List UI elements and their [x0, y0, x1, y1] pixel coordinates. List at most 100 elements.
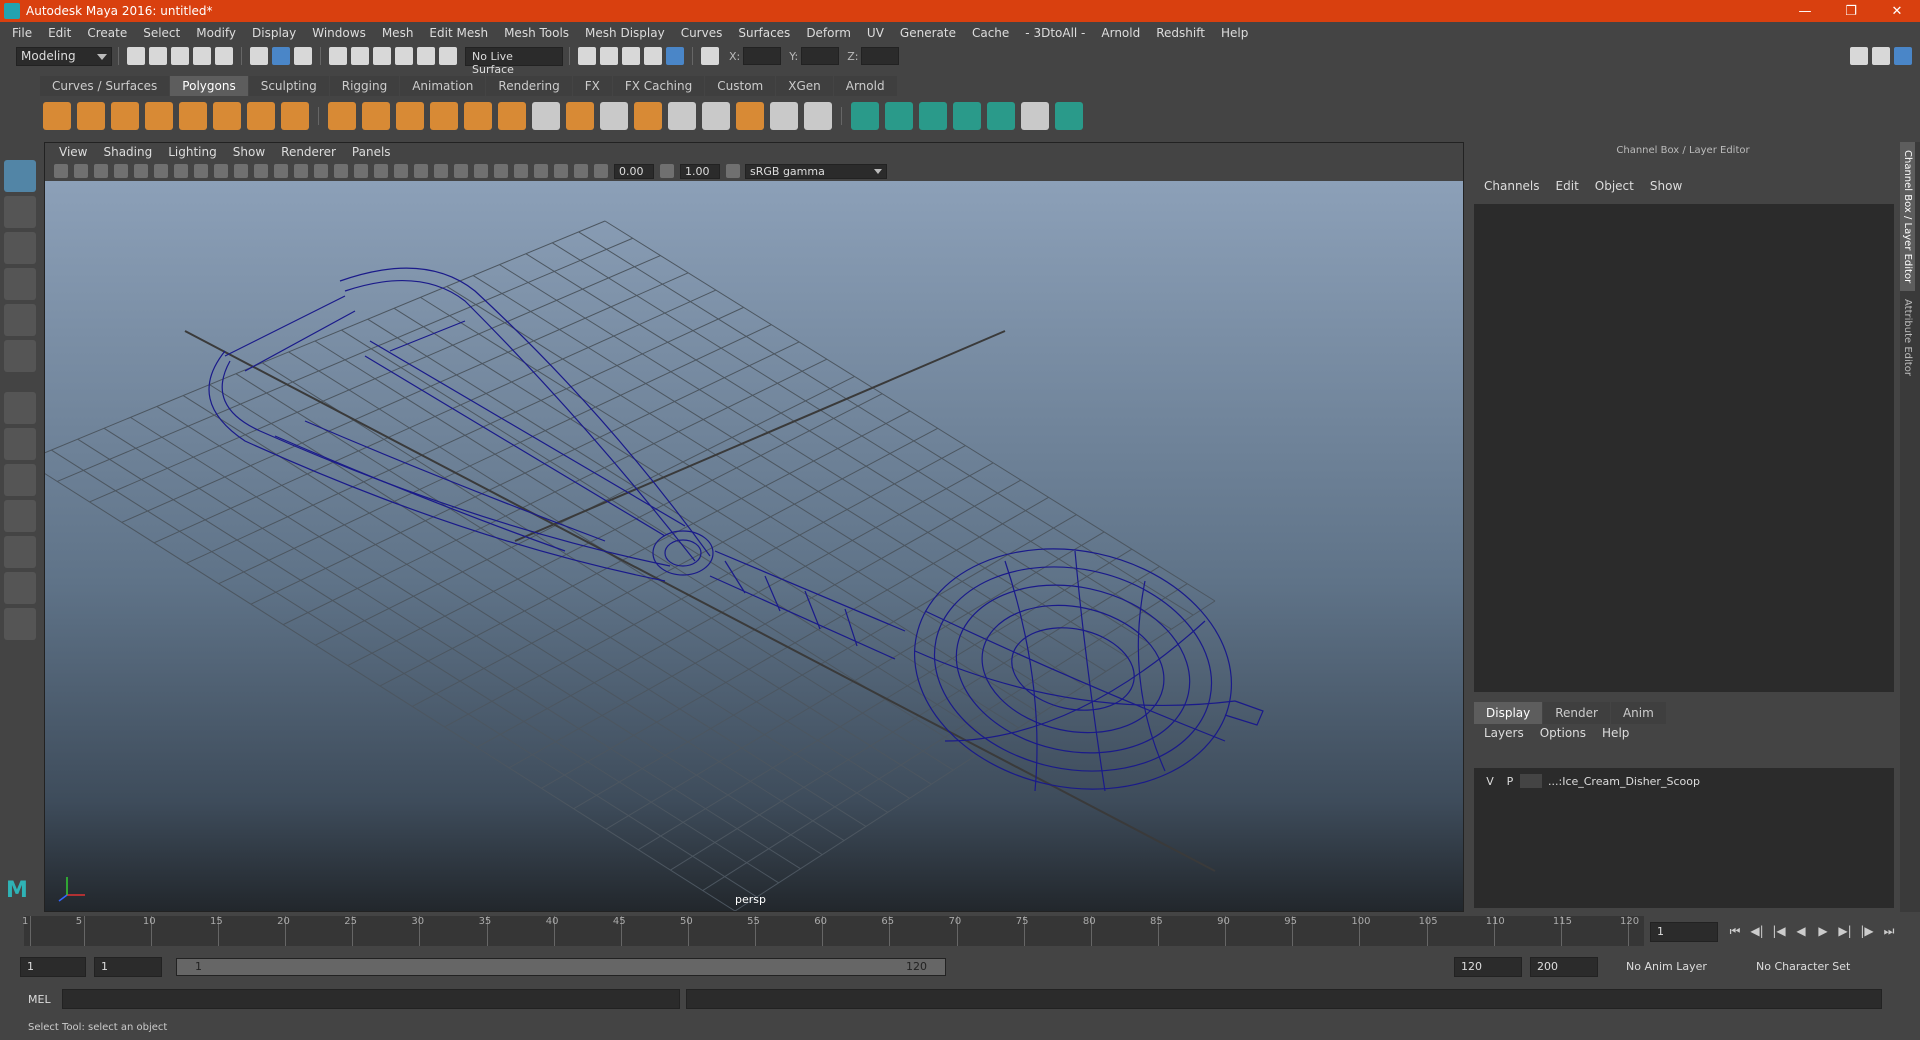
- go-to-start-icon[interactable]: ⏮: [1726, 922, 1744, 940]
- select-camera-icon[interactable]: [54, 164, 68, 178]
- toggle-attribute-editor-icon[interactable]: [1872, 47, 1890, 65]
- uv-editor-icon[interactable]: [987, 102, 1015, 130]
- rotate-tool-icon[interactable]: [4, 304, 36, 336]
- mirror-icon[interactable]: [532, 102, 560, 130]
- select-by-object-icon[interactable]: [272, 47, 290, 65]
- redo-icon[interactable]: [215, 47, 233, 65]
- layer-color-swatch[interactable]: [1520, 774, 1542, 788]
- ambient-occlusion-icon[interactable]: [434, 164, 448, 178]
- automatic-uv-icon[interactable]: [851, 102, 879, 130]
- multi-cut-icon[interactable]: [668, 102, 696, 130]
- snap-curve-icon[interactable]: [351, 47, 369, 65]
- exposure-icon[interactable]: [594, 164, 608, 178]
- layer-menu-layers[interactable]: Layers: [1476, 726, 1532, 740]
- shadows-icon[interactable]: [414, 164, 428, 178]
- film-gate-icon[interactable]: [194, 164, 208, 178]
- menu-arnold[interactable]: Arnold: [1093, 26, 1148, 40]
- playback-end-field[interactable]: 120: [1454, 957, 1522, 977]
- insert-edge-loop-icon[interactable]: [702, 102, 730, 130]
- menu-surfaces[interactable]: Surfaces: [730, 26, 798, 40]
- poly-cube-icon[interactable]: [77, 102, 105, 130]
- menu-redshift[interactable]: Redshift: [1148, 26, 1213, 40]
- menu-mesh-display[interactable]: Mesh Display: [577, 26, 673, 40]
- menu-edit-mesh[interactable]: Edit Mesh: [421, 26, 496, 40]
- select-by-hierarchy-icon[interactable]: [250, 47, 268, 65]
- render-settings-icon[interactable]: [644, 47, 662, 65]
- menu-3dtoall[interactable]: - 3DtoAll -: [1017, 26, 1093, 40]
- scale-tool-icon[interactable]: [4, 340, 36, 372]
- toggle-modeling-toolkit-icon[interactable]: [1850, 47, 1868, 65]
- xray-components-icon[interactable]: [574, 164, 588, 178]
- default-material-icon[interactable]: [354, 164, 368, 178]
- menu-uv[interactable]: UV: [859, 26, 892, 40]
- single-perspective-layout-icon[interactable]: [4, 392, 36, 424]
- minimize-button[interactable]: —: [1782, 0, 1828, 22]
- channel-box-menu-channels[interactable]: Channels: [1476, 179, 1548, 193]
- render-frame-icon[interactable]: [600, 47, 618, 65]
- side-tab-attribute-editor[interactable]: Attribute Editor: [1900, 291, 1915, 384]
- separate-icon[interactable]: [362, 102, 390, 130]
- perspective-viewport[interactable]: persp: [45, 181, 1463, 911]
- snap-view-plane-icon[interactable]: [395, 47, 413, 65]
- planar-uv-icon[interactable]: [804, 102, 832, 130]
- playback-start-field[interactable]: 1: [94, 957, 162, 977]
- shelf-tab-xgen[interactable]: XGen: [776, 76, 833, 96]
- depth-of-field-icon[interactable]: [494, 164, 508, 178]
- field-chart-icon[interactable]: [254, 164, 268, 178]
- perspective-outliner-layout-icon[interactable]: [4, 464, 36, 496]
- poly-cylinder-icon[interactable]: [111, 102, 139, 130]
- menu-file[interactable]: File: [4, 26, 40, 40]
- shelf-tab-fx[interactable]: FX: [572, 76, 612, 96]
- combine-icon[interactable]: [328, 102, 356, 130]
- x-field[interactable]: [743, 47, 782, 65]
- wireframe-icon[interactable]: [314, 164, 328, 178]
- expand-layouts-icon[interactable]: [4, 608, 36, 640]
- cylindrical-uv-icon[interactable]: [885, 102, 913, 130]
- grid-toggle-icon[interactable]: [174, 164, 188, 178]
- range-slider[interactable]: 1 120: [176, 958, 946, 976]
- 2d-pan-zoom-icon[interactable]: [134, 164, 148, 178]
- append-polygon-icon[interactable]: [736, 102, 764, 130]
- menu-edit[interactable]: Edit: [40, 26, 79, 40]
- menu-deform[interactable]: Deform: [798, 26, 859, 40]
- shelf-tab-sculpting[interactable]: Sculpting: [248, 76, 329, 96]
- mel-label[interactable]: MEL: [28, 993, 51, 1006]
- poly-torus-icon[interactable]: [213, 102, 241, 130]
- layer-tab-anim[interactable]: Anim: [1610, 702, 1666, 724]
- panel-menu-shading[interactable]: Shading: [95, 145, 160, 159]
- grease-pencil-icon[interactable]: [154, 164, 168, 178]
- poly-sphere-icon[interactable]: [43, 102, 71, 130]
- channel-box-menu-show[interactable]: Show: [1642, 179, 1690, 193]
- lasso-tool-icon[interactable]: [4, 196, 36, 228]
- menu-create[interactable]: Create: [79, 26, 135, 40]
- extract-icon[interactable]: [396, 102, 424, 130]
- xray-joints-icon[interactable]: [554, 164, 568, 178]
- step-forward-key-icon[interactable]: ▶|: [1836, 922, 1854, 940]
- animation-end-field[interactable]: 200: [1530, 957, 1598, 977]
- bevel-icon[interactable]: [634, 102, 662, 130]
- xray-icon[interactable]: [534, 164, 548, 178]
- textured-icon[interactable]: [374, 164, 388, 178]
- character-set-select[interactable]: No Character Set: [1756, 957, 1850, 977]
- panel-menu-lighting[interactable]: Lighting: [160, 145, 225, 159]
- anim-layer-select[interactable]: No Anim Layer: [1626, 957, 1707, 977]
- panel-menu-show[interactable]: Show: [225, 145, 273, 159]
- ipr-render-icon[interactable]: [622, 47, 640, 65]
- step-back-frame-icon[interactable]: ◀|: [1748, 922, 1766, 940]
- select-by-component-icon[interactable]: [294, 47, 312, 65]
- bridge-icon[interactable]: [600, 102, 628, 130]
- layer-playback-toggle[interactable]: P: [1500, 775, 1520, 788]
- resolution-gate-icon[interactable]: [214, 164, 228, 178]
- panel-menu-panels[interactable]: Panels: [344, 145, 399, 159]
- side-tab-channel-box[interactable]: Channel Box / Layer Editor: [1900, 142, 1915, 292]
- shelf-tab-rendering[interactable]: Rendering: [486, 76, 572, 96]
- restore-button[interactable]: ❐: [1828, 0, 1874, 22]
- mel-command-input[interactable]: [62, 989, 680, 1009]
- menu-modify[interactable]: Modify: [188, 26, 244, 40]
- step-back-key-icon[interactable]: |◀: [1770, 922, 1788, 940]
- hypershade-icon[interactable]: [666, 47, 684, 65]
- paint-select-tool-icon[interactable]: [4, 232, 36, 264]
- shelf-tab-curves-surfaces[interactable]: Curves / Surfaces: [40, 76, 170, 96]
- extrude-icon[interactable]: [566, 102, 594, 130]
- shelf-tab-animation[interactable]: Animation: [400, 76, 486, 96]
